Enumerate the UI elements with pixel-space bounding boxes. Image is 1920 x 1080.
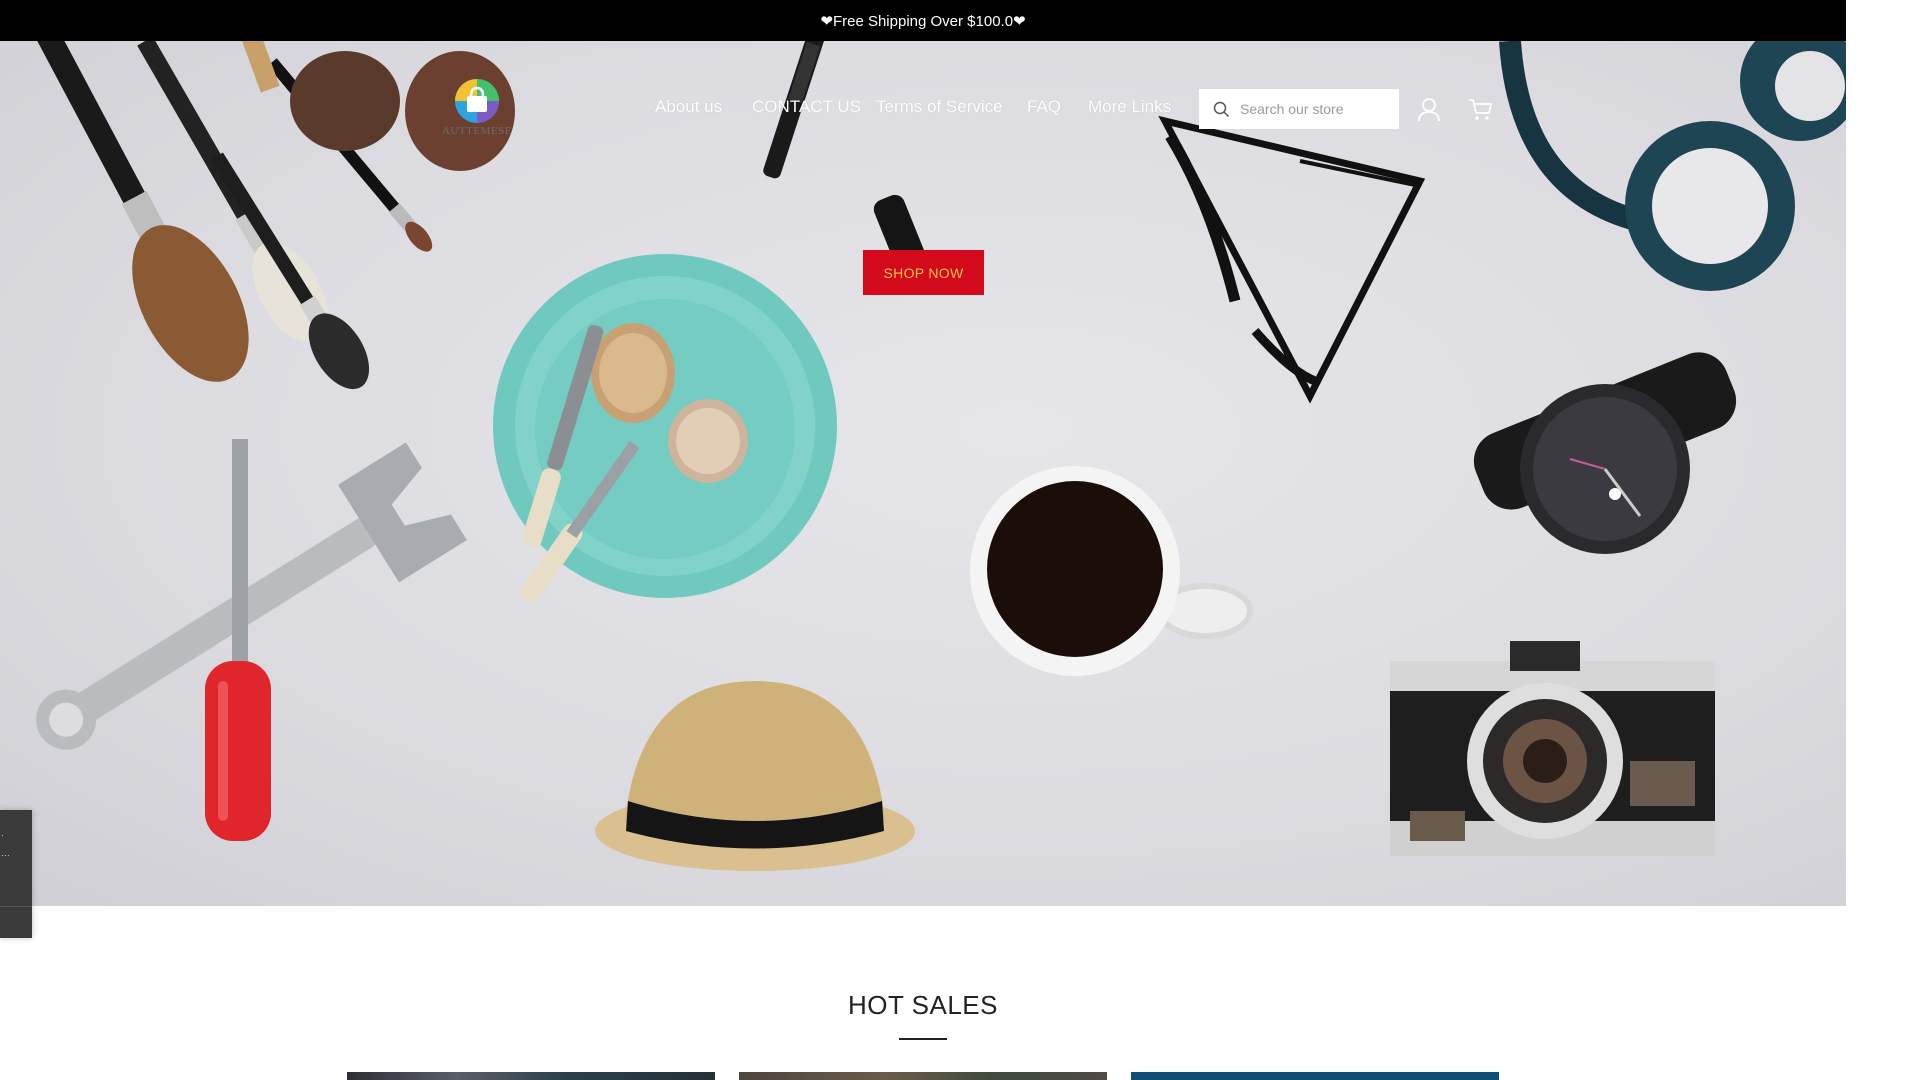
wrench-and-screwdriver-image [36, 439, 467, 841]
nav-terms-of-service[interactable]: Terms of Service [876, 97, 1003, 117]
product-card-3[interactable] [1131, 1072, 1499, 1080]
nav-contact-us[interactable]: CONTACT US [752, 97, 861, 117]
search-input[interactable] [1238, 100, 1392, 118]
coffee-cup-image [970, 466, 1253, 676]
announcement-text: ❤Free Shipping Over $100.0❤ [820, 12, 1026, 30]
search-box[interactable] [1199, 89, 1399, 129]
product-card-1[interactable] [347, 1072, 715, 1080]
user-account-icon[interactable] [1416, 96, 1442, 122]
vintage-camera-image [1390, 641, 1715, 856]
nav-more-links[interactable]: More Links [1088, 97, 1171, 117]
announcement-bar: ❤Free Shipping Over $100.0❤ [0, 0, 1846, 41]
wristwatch-image [1473, 352, 1737, 554]
hot-sales-underline [899, 1038, 947, 1040]
nav-about-us[interactable]: About us [655, 97, 722, 117]
eyeglasses-image [1158, 115, 1426, 404]
shopping-cart-icon[interactable] [1467, 96, 1493, 122]
search-icon[interactable] [1213, 101, 1230, 118]
headphones-image [1499, 41, 1846, 291]
storefront-page: ❤Free Shipping Over $100.0❤ AUTTEMESE Ab… [0, 0, 1920, 1080]
shop-now-button[interactable]: SHOP NOW [863, 250, 984, 295]
plate-image [493, 254, 837, 603]
hero-banner: AUTTEMESE About us CONTACT US Terms of S… [0, 41, 1846, 906]
nav-faq[interactable]: FAQ [1027, 97, 1061, 117]
main-navigation: About us CONTACT US Terms of Service FAQ… [0, 97, 1846, 123]
floating-side-tab[interactable]: · … [0, 810, 32, 938]
straw-hat-image [595, 681, 915, 871]
logo-wordmark: AUTTEMESE [442, 125, 512, 137]
side-tab-mark: · [1, 830, 4, 840]
hot-sales-heading: HOT SALES [848, 990, 998, 1020]
side-tab-divider [0, 906, 32, 907]
product-card-2[interactable] [739, 1072, 1107, 1080]
hero-product-collage [34, 41, 1846, 871]
side-tab-ellipsis: … [1, 848, 10, 858]
